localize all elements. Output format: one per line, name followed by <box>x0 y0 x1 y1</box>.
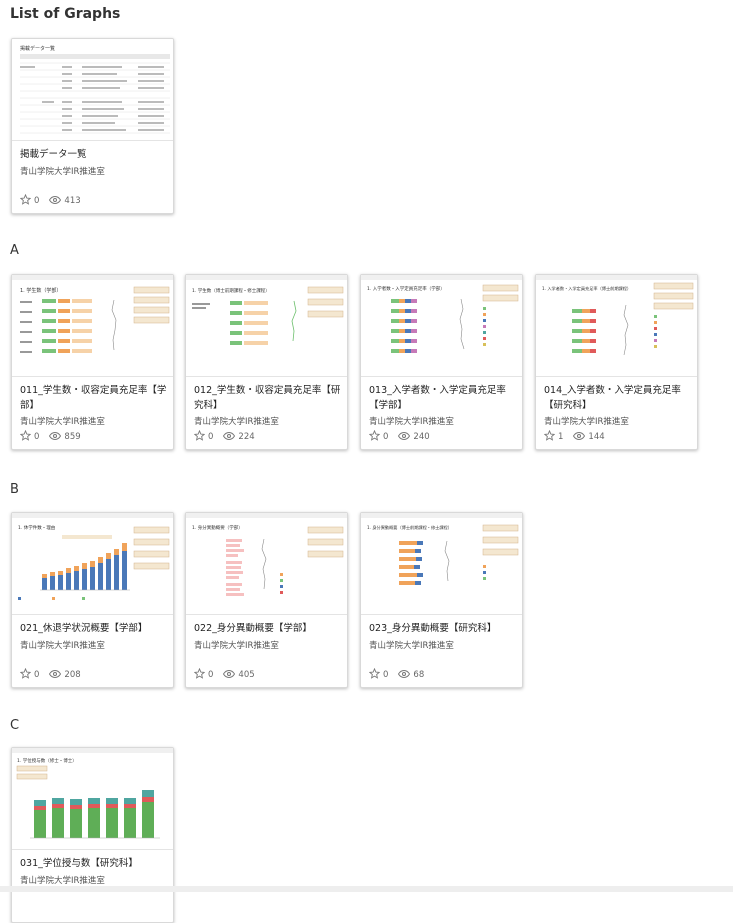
star-outline-icon[interactable] <box>193 429 206 444</box>
svg-text:1. 学位授与数（修士・博士）: 1. 学位授与数（修士・博士） <box>17 757 77 764</box>
card-author: 青山学院大学IR推進室 <box>369 641 454 651</box>
eye-icon <box>398 669 411 682</box>
star-outline-icon[interactable] <box>19 667 32 682</box>
star-outline-icon[interactable] <box>19 429 32 444</box>
graph-card[interactable]: 1. 身分異動概要（学部） 022_身分異動概要【学部】 青山学院大学IR推進室… <box>185 512 348 688</box>
star-outline-icon[interactable] <box>368 429 381 444</box>
view-count: 405 <box>238 670 255 680</box>
favorite-count: 0 <box>383 432 389 442</box>
section-title-b: B <box>10 482 19 497</box>
card-stats: 0 224 <box>193 429 265 444</box>
page-title: List of Graphs <box>10 6 121 22</box>
svg-text:1. 学生数（学部）: 1. 学生数（学部） <box>20 287 61 294</box>
eye-icon <box>223 431 236 444</box>
eye-icon <box>398 431 411 444</box>
favorite-count: 0 <box>34 432 40 442</box>
card-title[interactable]: 014_入学者数・入学定員充足率【研究科】 <box>544 383 694 413</box>
section-title-a: A <box>10 243 19 258</box>
card-stats: 1 144 <box>543 429 615 444</box>
card-stats: 0 208 <box>19 667 91 682</box>
eye-icon <box>49 195 62 208</box>
card-title[interactable]: 031_学位授与数【研究科】 <box>20 856 170 871</box>
card-stats: 0 68 <box>368 667 434 682</box>
card-stats: 0 413 <box>19 193 91 208</box>
star-outline-icon[interactable] <box>193 667 206 682</box>
graph-thumbnail[interactable]: 1. 学生数（博士前期課程・修士課程） <box>186 275 347 377</box>
favorite-count: 0 <box>34 670 40 680</box>
card-stats: 0 405 <box>193 667 265 682</box>
graph-card[interactable]: 1. 学生数（学部） 011_学生数・収容定員充足率【学部】 青山学院大学IR推… <box>11 274 174 450</box>
graph-thumbnail[interactable]: 掲載データ一覧 <box>12 39 173 141</box>
card-author: 青山学院大学IR推進室 <box>544 417 629 427</box>
graph-card[interactable]: 1. 休学件数・理由 021_休退学状況概要【学部】 青山学院大学IR推進室 0… <box>11 512 174 688</box>
svg-text:1. 身分異動概要（学部）: 1. 身分異動概要（学部） <box>192 524 243 531</box>
svg-text:1. 身分異動概要（博士前期課程・修士課程）: 1. 身分異動概要（博士前期課程・修士課程） <box>367 524 452 531</box>
graph-card[interactable]: 1. 身分異動概要（博士前期課程・修士課程） 023_身分異動概要【研究科】 青… <box>360 512 523 688</box>
card-title[interactable]: 022_身分異動概要【学部】 <box>194 621 344 636</box>
thumb-title: 掲載データ一覧 <box>20 45 55 52</box>
favorite-count: 0 <box>34 196 40 206</box>
svg-text:1. 休学件数・理由: 1. 休学件数・理由 <box>18 524 55 531</box>
graph-thumbnail[interactable]: 1. 入学者数・入学定員充足率（学部） <box>361 275 522 377</box>
section-title-c: C <box>10 718 20 733</box>
graph-card[interactable]: 1. 入学者数・入学定員充足率（博士前期課程） 014_入学者数・入学定員充足率… <box>535 274 698 450</box>
card-stats: 0 240 <box>368 429 440 444</box>
graph-card[interactable]: 1. 学位授与数（修士・博士） 031_学位授与数【研究科】 青山学院大学IR推… <box>11 747 174 923</box>
card-title[interactable]: 021_休退学状況概要【学部】 <box>20 621 170 636</box>
card-author: 青山学院大学IR推進室 <box>20 167 105 177</box>
favorite-count: 0 <box>208 432 214 442</box>
card-author: 青山学院大学IR推進室 <box>369 417 454 427</box>
card-author: 青山学院大学IR推進室 <box>194 417 279 427</box>
card-title[interactable]: 023_身分異動概要【研究科】 <box>369 621 519 636</box>
card-title[interactable]: 掲載データ一覧 <box>20 147 170 162</box>
svg-text:1. 入学者数・入学定員充足率（学部）: 1. 入学者数・入学定員充足率（学部） <box>367 285 445 292</box>
view-count: 144 <box>588 432 605 442</box>
favorite-count: 0 <box>208 670 214 680</box>
view-count: 224 <box>238 432 255 442</box>
graph-card[interactable]: 1. 学生数（博士前期課程・修士課程） 012_学生数・収容定員充足率【研究科】… <box>185 274 348 450</box>
view-count: 859 <box>64 432 81 442</box>
eye-icon <box>573 431 586 444</box>
view-count: 68 <box>413 670 425 680</box>
star-outline-icon[interactable] <box>19 193 32 208</box>
card-author: 青山学院大学IR推進室 <box>20 641 105 651</box>
favorite-count: 1 <box>558 432 564 442</box>
graph-thumbnail[interactable]: 1. 学生数（学部） <box>12 275 173 377</box>
graph-card[interactable]: 1. 入学者数・入学定員充足率（学部） 013_入学者数・入学定員充足率【学部】… <box>360 274 523 450</box>
graph-thumbnail[interactable]: 1. 身分異動概要（博士前期課程・修士課程） <box>361 513 522 615</box>
card-title[interactable]: 013_入学者数・入学定員充足率【学部】 <box>369 383 519 413</box>
star-outline-icon[interactable] <box>368 667 381 682</box>
card-author: 青山学院大学IR推進室 <box>20 876 105 886</box>
view-count: 208 <box>64 670 81 680</box>
card-author: 青山学院大学IR推進室 <box>194 641 279 651</box>
eye-icon <box>49 431 62 444</box>
graph-thumbnail[interactable]: 1. 入学者数・入学定員充足率（博士前期課程） <box>536 275 697 377</box>
view-count: 413 <box>64 196 81 206</box>
horizontal-scrollbar[interactable] <box>0 886 733 892</box>
card-title[interactable]: 012_学生数・収容定員充足率【研究科】 <box>194 383 344 413</box>
graph-thumbnail[interactable]: 1. 学位授与数（修士・博士） <box>12 748 173 850</box>
view-count: 240 <box>413 432 430 442</box>
card-author: 青山学院大学IR推進室 <box>20 417 105 427</box>
graph-thumbnail[interactable]: 1. 休学件数・理由 <box>12 513 173 615</box>
svg-text:1. 入学者数・入学定員充足率（博士前期課程）: 1. 入学者数・入学定員充足率（博士前期課程） <box>542 285 631 292</box>
eye-icon <box>49 669 62 682</box>
star-outline-icon[interactable] <box>543 429 556 444</box>
card-title[interactable]: 011_学生数・収容定員充足率【学部】 <box>20 383 170 413</box>
svg-text:1. 学生数（博士前期課程・修士課程）: 1. 学生数（博士前期課程・修士課程） <box>192 287 270 294</box>
eye-icon <box>223 669 236 682</box>
favorite-count: 0 <box>383 670 389 680</box>
graph-thumbnail[interactable]: 1. 身分異動概要（学部） <box>186 513 347 615</box>
card-stats: 0 859 <box>19 429 91 444</box>
graph-card[interactable]: 掲載データ一覧 掲載データ一覧 青山学院大学IR推進室 0 413 <box>11 38 174 214</box>
